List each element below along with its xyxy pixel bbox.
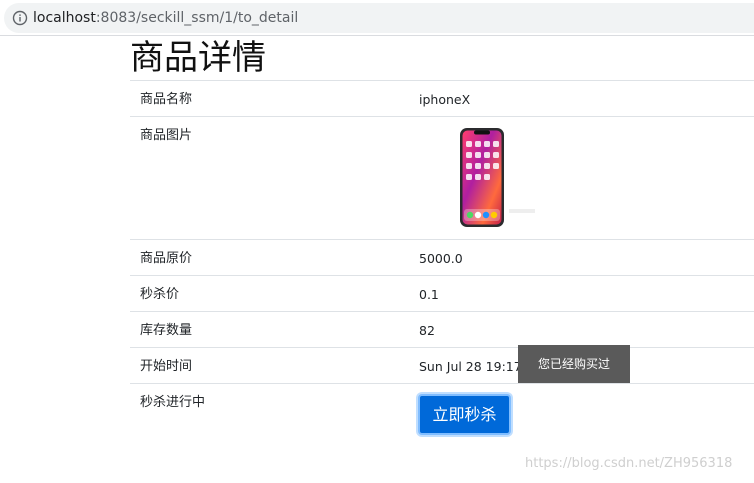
- row-label: 库存数量: [140, 323, 193, 338]
- row-label: 商品图片: [140, 128, 193, 143]
- stock-value: 82: [419, 323, 435, 338]
- table-row-status: 秒杀进行中 立即秒杀: [130, 384, 754, 444]
- product-detail-table: 商品名称 iphoneX 商品图片 商品原价 5000.0 秒杀价 0.1 库存…: [130, 80, 754, 444]
- table-row-stock: 库存数量 82: [130, 312, 754, 348]
- omnibox[interactable]: localhost:8083/seckill_ssm/1/to_detail: [4, 3, 754, 33]
- table-row-start-time: 开始时间 Sun Jul 28 19:17:54 C: [130, 348, 754, 384]
- product-phone-image: [460, 128, 535, 227]
- address-bar: localhost:8083/seckill_ssm/1/to_detail: [0, 0, 754, 36]
- page-title: 商品详情: [130, 38, 266, 78]
- seckill-now-button[interactable]: 立即秒杀: [418, 394, 511, 435]
- original-price-value: 5000.0: [419, 251, 463, 266]
- table-row-original-price: 商品原价 5000.0: [130, 240, 754, 276]
- row-label: 开始时间: [140, 359, 193, 374]
- table-row-image: 商品图片: [130, 117, 754, 240]
- table-row-seckill-price: 秒杀价 0.1: [130, 276, 754, 312]
- url-host: localhost: [33, 10, 96, 26]
- url-path: :8083/seckill_ssm/1/to_detail: [95, 10, 299, 26]
- row-label: 秒杀价: [140, 287, 180, 302]
- watermark-text: https://blog.csdn.net/ZH956318: [525, 456, 733, 471]
- seckill-price-value: 0.1: [419, 287, 439, 302]
- row-label: 商品原价: [140, 251, 193, 266]
- table-row-name: 商品名称 iphoneX: [130, 81, 754, 117]
- toast-message: 您已经购买过: [518, 345, 630, 383]
- info-icon[interactable]: [12, 10, 28, 26]
- row-label: 商品名称: [140, 92, 193, 107]
- url-text[interactable]: localhost:8083/seckill_ssm/1/to_detail: [33, 9, 298, 27]
- product-name-value: iphoneX: [419, 92, 471, 107]
- seckill-status-label: 秒杀进行中: [140, 395, 206, 410]
